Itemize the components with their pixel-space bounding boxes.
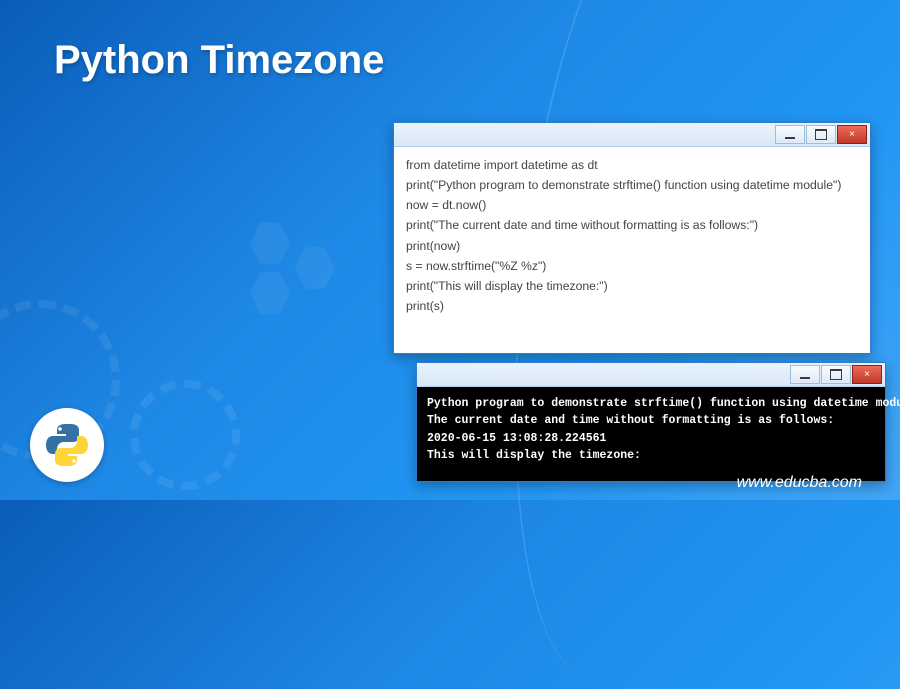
window-maximize-button[interactable] bbox=[806, 125, 836, 144]
window-close-button[interactable]: × bbox=[852, 365, 882, 384]
code-line: now = dt.now() bbox=[406, 198, 486, 212]
window-close-button[interactable]: × bbox=[837, 125, 867, 144]
terminal-line: The current date and time without format… bbox=[427, 414, 834, 427]
code-line: print(now) bbox=[406, 239, 460, 253]
window-titlebar[interactable]: × bbox=[394, 123, 870, 147]
bg-gear-icon bbox=[130, 380, 240, 490]
bg-hex-icon bbox=[250, 220, 290, 266]
code-line: print("Python program to demonstrate str… bbox=[406, 178, 841, 192]
page-title: Python Timezone bbox=[54, 38, 384, 83]
terminal-window: × Python program to demonstrate strftime… bbox=[416, 362, 886, 482]
bg-hex-icon bbox=[250, 270, 290, 316]
window-minimize-button[interactable] bbox=[775, 125, 805, 144]
window-titlebar[interactable]: × bbox=[417, 363, 885, 387]
code-line: print("This will display the timezone:") bbox=[406, 279, 608, 293]
code-line: print("The current date and time without… bbox=[406, 218, 758, 232]
terminal-line: This will display the timezone: bbox=[427, 449, 641, 462]
code-line: print(s) bbox=[406, 299, 444, 313]
bg-hex-icon bbox=[295, 245, 335, 291]
code-editor-body[interactable]: from datetime import datetime as dt prin… bbox=[394, 147, 870, 324]
code-line: from datetime import datetime as dt bbox=[406, 158, 598, 172]
footer-url: www.educba.com bbox=[737, 474, 862, 492]
window-minimize-button[interactable] bbox=[790, 365, 820, 384]
terminal-line: 2020-06-15 13:08:28.224561 bbox=[427, 432, 606, 445]
code-editor-window: × from datetime import datetime as dt pr… bbox=[393, 122, 871, 354]
python-logo-icon bbox=[43, 421, 91, 469]
window-maximize-button[interactable] bbox=[821, 365, 851, 384]
code-line: s = now.strftime("%Z %z") bbox=[406, 259, 546, 273]
terminal-line: Python program to demonstrate strftime()… bbox=[427, 397, 900, 410]
terminal-body[interactable]: Python program to demonstrate strftime()… bbox=[417, 387, 885, 481]
python-logo-badge bbox=[30, 408, 104, 482]
